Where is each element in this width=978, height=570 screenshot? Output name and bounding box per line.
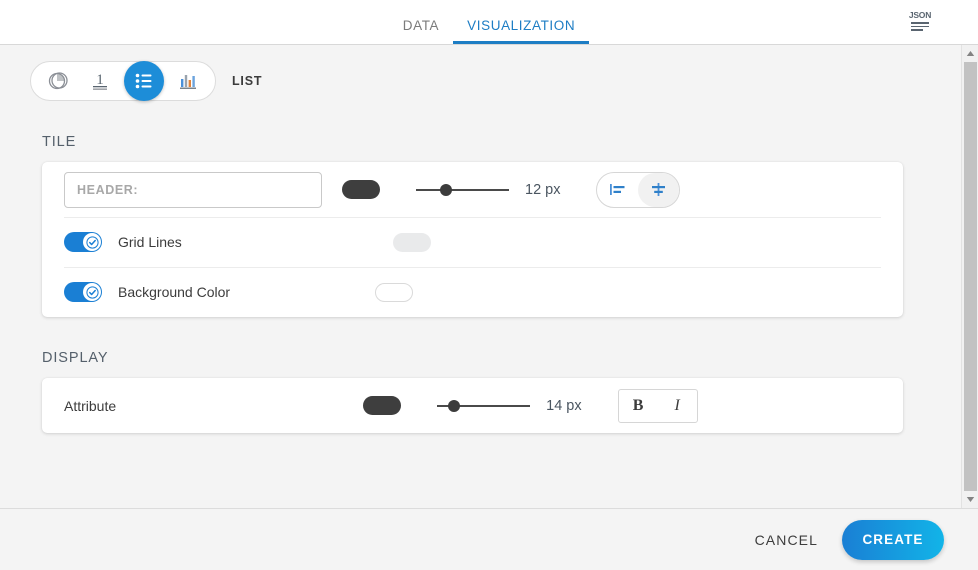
list-icon [135,73,152,89]
bar-chart-icon [180,75,196,89]
bold-label: B [632,396,644,414]
align-center-button[interactable] [638,172,680,207]
grid-lines-row: Grid Lines [42,217,903,267]
json-icon-label: JSON [908,10,932,21]
scroll-up-button[interactable] [962,45,978,62]
chevron-down-icon [966,497,975,502]
cancel-button[interactable]: CANCEL [755,532,818,548]
tile-header-row: 12 px [42,162,903,217]
italic-label: I [674,396,680,414]
grid-lines-toggle[interactable] [64,232,102,252]
vertical-scrollbar[interactable] [961,45,978,508]
scrollbar-thumb[interactable] [964,62,977,499]
scroll-down-button[interactable] [962,491,978,508]
attribute-color-swatch[interactable] [363,396,402,415]
bold-button[interactable]: B [619,390,658,422]
display-settings-card: Attribute 14 px B I [42,378,903,433]
attribute-font-size-value: 14 px [546,397,582,414]
toggle-knob [83,233,101,251]
slider-thumb[interactable] [447,399,460,412]
svg-text:1: 1 [96,72,104,88]
viz-type-number[interactable]: 1 [79,62,121,100]
slider-thumb[interactable] [439,183,452,196]
chevron-up-icon [966,51,975,56]
visualization-type-row: 1 LIST [0,45,961,101]
visualization-type-label: LIST [232,74,263,88]
tab-list: DATA VISUALIZATION [389,0,590,44]
tile-settings-card: 12 px [42,162,903,317]
json-icon-lines [911,22,929,33]
pie-chart-icon [48,72,68,90]
tile-section-title: TILE [42,134,77,150]
background-color-row: Background Color [42,267,903,317]
background-color-label: Background Color [118,284,231,300]
tab-data[interactable]: DATA [389,18,453,44]
tab-bar: DATA VISUALIZATION JSON [0,0,978,45]
visualization-editor-dialog: DATA VISUALIZATION JSON 1 LIST TILE HEAD… [0,0,978,570]
background-color-swatch[interactable] [375,282,414,302]
create-button[interactable]: CREATE [842,519,944,560]
settings-content: 1 LIST TILE HEADER: 12 px Grid Lines Bac… [0,45,961,508]
align-left-button[interactable] [597,173,638,207]
attribute-row: Attribute 14 px B I [42,378,903,433]
grid-lines-label: Grid Lines [118,234,182,250]
attribute-label: Attribute [64,397,117,414]
grid-lines-color-swatch[interactable] [392,232,431,252]
attribute-font-size-slider[interactable] [437,397,531,415]
settings-scroll-area: 1 LIST TILE HEADER: 12 px Grid Lines Bac… [0,45,978,508]
visualization-type-selector: 1 [30,61,216,101]
json-icon[interactable]: JSON [906,8,934,36]
check-icon [85,285,99,299]
align-center-icon [652,183,666,196]
viz-type-bar[interactable] [167,62,209,100]
number-one-icon: 1 [93,72,107,90]
dialog-footer: CANCEL CREATE [0,508,978,570]
header-color-swatch[interactable] [342,180,380,199]
check-icon [85,235,99,249]
align-left-icon [610,184,625,195]
header-input[interactable] [64,171,322,208]
display-section-title: DISPLAY [42,350,109,366]
toggle-knob [83,283,101,301]
background-color-toggle[interactable] [64,282,102,302]
viz-type-pie[interactable] [37,62,79,100]
slider-track [416,188,509,191]
attribute-text-style-group: B I [617,388,698,423]
tab-visualization[interactable]: VISUALIZATION [453,18,590,44]
header-font-size-slider[interactable] [416,181,509,199]
italic-button[interactable]: I [658,390,697,422]
viz-type-list[interactable] [124,61,164,101]
header-font-size-value: 12 px [525,181,561,198]
header-align-group [596,171,681,208]
